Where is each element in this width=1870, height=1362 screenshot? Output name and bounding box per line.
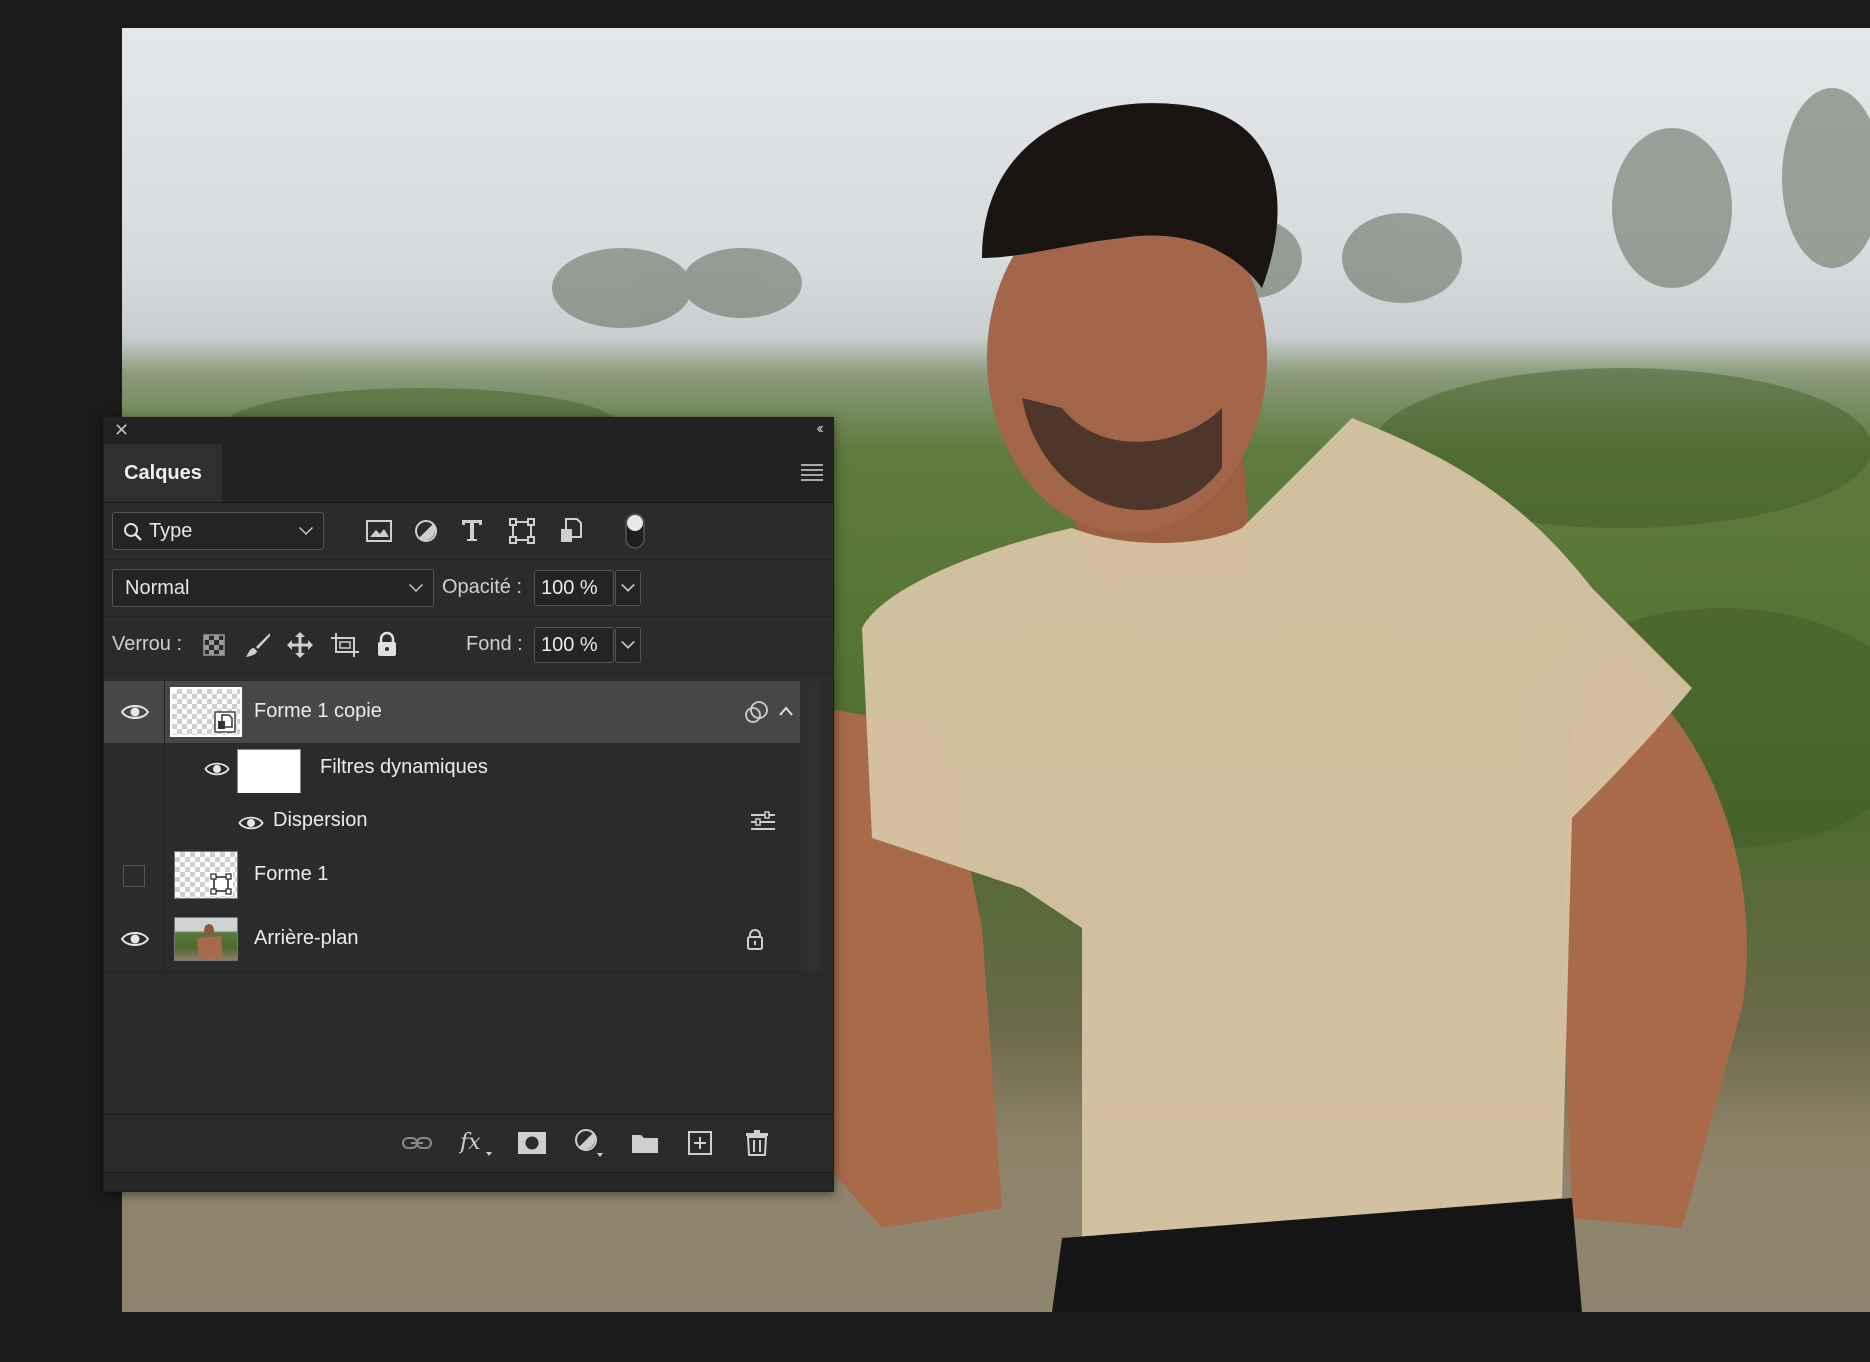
tab-layers[interactable]: Calques	[104, 444, 222, 502]
filter-toggle-icon[interactable]	[624, 512, 646, 550]
filter-row: Type	[104, 503, 833, 560]
add-mask-icon[interactable]	[518, 1132, 546, 1154]
new-adjustment-icon[interactable]	[574, 1128, 604, 1158]
fx-icon[interactable]: fx	[459, 1128, 493, 1158]
shape-filter-icon[interactable]	[509, 518, 535, 544]
fill-value: 100 %	[541, 633, 598, 656]
layer-name: Arrière-plan	[254, 927, 359, 949]
lock-label: Verrou :	[112, 633, 183, 655]
link-layers-icon[interactable]	[402, 1135, 432, 1151]
panel-resize-handle[interactable]	[104, 1172, 833, 1191]
filter-mask-thumbnail[interactable]	[237, 749, 301, 795]
search-icon	[124, 523, 142, 541]
layer-row-arriere-plan[interactable]: Arrière-plan	[104, 907, 800, 972]
fill-label: Fond :	[466, 633, 523, 655]
opacity-input[interactable]: 100 %	[534, 570, 614, 606]
shape-layer-badge-icon	[209, 872, 233, 896]
lock-transparent-pixels-icon[interactable]	[203, 634, 225, 656]
visibility-eye-icon[interactable]	[121, 930, 149, 948]
filter-kind-select[interactable]: Type	[112, 512, 324, 550]
fill-slider-toggle[interactable]	[615, 627, 641, 663]
smart-object-badge-icon	[214, 711, 236, 733]
panel-titlebar: ✕ ‹‹	[104, 418, 833, 444]
blend-mode-select[interactable]: Normal	[112, 569, 434, 607]
new-layer-icon[interactable]	[688, 1131, 712, 1155]
smart-object-filter-icon[interactable]	[560, 518, 582, 544]
layer-name: Forme 1	[254, 863, 329, 885]
chevron-down-icon	[409, 578, 423, 592]
lock-artboard-icon[interactable]	[330, 632, 360, 658]
opacity-label: Opacité :	[442, 576, 523, 598]
fill-input[interactable]: 100 %	[534, 627, 614, 663]
collapse-panel-icon[interactable]: ‹‹	[816, 420, 823, 438]
opacity-slider-toggle[interactable]	[615, 570, 641, 606]
layer-thumbnail	[174, 851, 238, 899]
close-panel-icon[interactable]: ✕	[114, 420, 129, 441]
visibility-eye-icon[interactable]	[204, 761, 230, 777]
layer-thumbnail	[170, 687, 242, 737]
layer-name: Filtres dynamiques	[320, 756, 488, 778]
visibility-eye-icon[interactable]	[238, 815, 264, 831]
layer-row-forme-1[interactable]: Forme 1	[104, 843, 800, 908]
lock-image-pixels-icon[interactable]	[244, 631, 272, 659]
text-filter-icon[interactable]	[461, 518, 483, 542]
image-filter-icon[interactable]	[366, 520, 392, 542]
layers-footer: fx	[104, 1114, 833, 1171]
layers-scrollbar[interactable]	[801, 681, 821, 971]
layer-row-forme-1-copie[interactable]: Forme 1 copie	[104, 681, 800, 744]
filter-blending-options-icon[interactable]	[750, 811, 776, 833]
filter-kind-label: Type	[149, 519, 193, 542]
visibility-toggle-empty[interactable]	[123, 865, 145, 887]
layer-name: Dispersion	[273, 809, 368, 831]
new-group-icon[interactable]	[631, 1132, 659, 1154]
chevron-up-icon[interactable]	[778, 705, 794, 717]
layer-row-filtres-dynamiques[interactable]: Filtres dynamiques	[104, 743, 800, 795]
lock-position-icon[interactable]	[286, 631, 314, 659]
lock-all-icon[interactable]	[376, 631, 398, 657]
background-thumbnail	[174, 917, 238, 961]
svg-text:fx: fx	[459, 1130, 481, 1155]
opacity-value: 100 %	[541, 576, 598, 599]
layer-name: Forme 1 copie	[254, 700, 382, 722]
smart-filter-indicator-icon[interactable]	[744, 700, 770, 724]
panel-menu-icon[interactable]	[801, 464, 823, 484]
blend-mode-label: Normal	[125, 576, 190, 599]
layers-panel: ✕ ‹‹ Calques Type Normal Opacité: 100 %…	[103, 417, 834, 1192]
lock-row: Verrou : Fond : 100 %	[104, 617, 833, 674]
layers-list: Forme 1 copie Filtres dynamiques Dispers…	[104, 681, 833, 1141]
adjustment-filter-icon[interactable]	[414, 519, 438, 543]
visibility-eye-icon[interactable]	[121, 703, 149, 721]
chevron-down-icon	[299, 521, 313, 535]
layer-row-dispersion[interactable]: Dispersion	[104, 793, 800, 844]
blend-row: Normal Opacité : 100 %	[104, 560, 833, 617]
delete-layer-icon[interactable]	[745, 1130, 769, 1156]
layer-lock-icon	[747, 929, 763, 950]
panel-tabbar: Calques	[104, 444, 833, 503]
background-thumbnail-art	[197, 924, 223, 960]
